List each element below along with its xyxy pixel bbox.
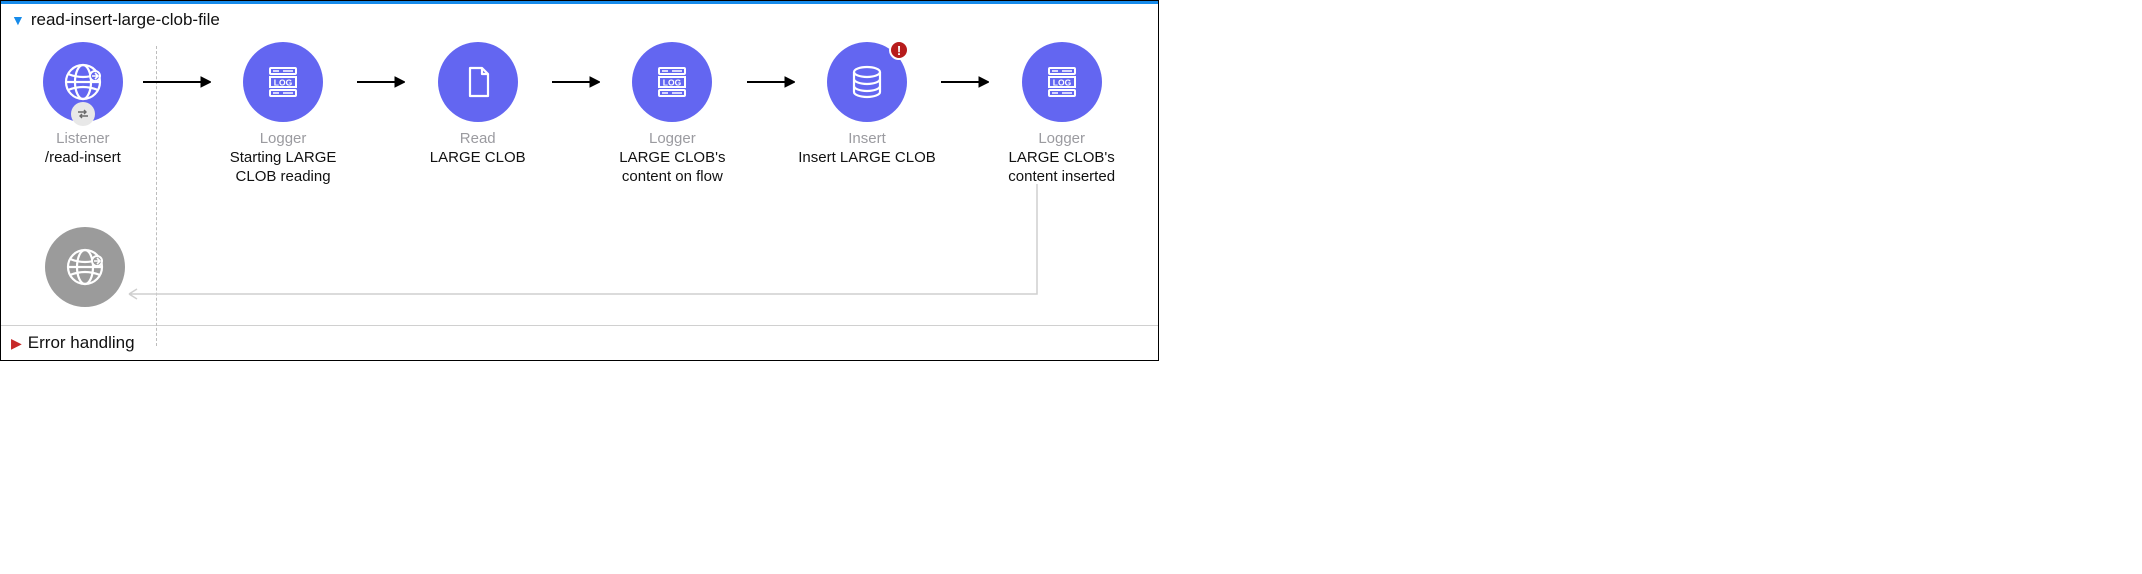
- flow-body: Listener /read-insert LOG: [1, 34, 1158, 325]
- flow-panel: ▼ read-insert-large-clob-file: [1, 1, 1158, 326]
- expand-toggle-icon[interactable]: ▶: [11, 336, 22, 350]
- exchange-badge-icon: [71, 102, 95, 126]
- listener-icon: [43, 42, 123, 122]
- node-name-label: Insert LARGE CLOB: [798, 149, 936, 168]
- svg-text:LOG: LOG: [663, 78, 682, 88]
- node-name-label: LARGE CLOB: [430, 149, 526, 168]
- error-handling-header[interactable]: ▶ Error handling: [1, 326, 1158, 360]
- node-insert[interactable]: ! Insert Insert LARGE CLOB: [795, 42, 940, 168]
- node-listener[interactable]: Listener /read-insert: [25, 42, 141, 168]
- node-type-label: Logger: [1038, 130, 1085, 147]
- flow-top-row: Listener /read-insert LOG: [25, 42, 1134, 187]
- flow-header[interactable]: ▼ read-insert-large-clob-file: [1, 4, 1158, 34]
- error-handling-title: Error handling: [28, 333, 135, 353]
- connector-arrow: [550, 42, 600, 122]
- svg-text:LOG: LOG: [1052, 78, 1071, 88]
- node-response[interactable]: [25, 227, 145, 307]
- database-icon: !: [827, 42, 907, 122]
- node-name-label: /read-insert: [45, 149, 121, 168]
- node-type-label: Insert: [848, 130, 886, 147]
- logger-icon: LOG: [243, 42, 323, 122]
- connector-arrow: [141, 42, 211, 122]
- node-name-label: LARGE CLOB's content inserted: [989, 149, 1134, 187]
- connector-arrow: [355, 42, 405, 122]
- response-icon: [45, 227, 125, 307]
- node-type-label: Listener: [56, 130, 109, 147]
- node-logger-start[interactable]: LOG Logger Starting LARGE CLOB reading: [211, 42, 356, 187]
- node-type-label: Logger: [649, 130, 696, 147]
- node-type-label: Read: [460, 130, 496, 147]
- flow-bottom-row: [25, 227, 1134, 307]
- logger-icon: LOG: [632, 42, 712, 122]
- connector-arrow: [939, 42, 989, 122]
- node-type-label: Logger: [260, 130, 307, 147]
- flow-title: read-insert-large-clob-file: [31, 10, 220, 30]
- logger-icon: LOG: [1022, 42, 1102, 122]
- node-name-label: Starting LARGE CLOB reading: [211, 149, 356, 187]
- file-icon: [438, 42, 518, 122]
- collapse-toggle-icon[interactable]: ▼: [11, 13, 25, 27]
- svg-text:LOG: LOG: [274, 78, 293, 88]
- node-name-label: LARGE CLOB's content on flow: [600, 149, 745, 187]
- flow-designer-canvas: ▼ read-insert-large-clob-file: [0, 0, 1159, 361]
- node-read[interactable]: Read LARGE CLOB: [405, 42, 550, 168]
- connector-arrow: [745, 42, 795, 122]
- error-badge-icon: !: [889, 40, 909, 60]
- node-logger-inserted[interactable]: LOG Logger LARGE CLOB's content inserted: [989, 42, 1134, 187]
- node-logger-flow[interactable]: LOG Logger LARGE CLOB's content on flow: [600, 42, 745, 187]
